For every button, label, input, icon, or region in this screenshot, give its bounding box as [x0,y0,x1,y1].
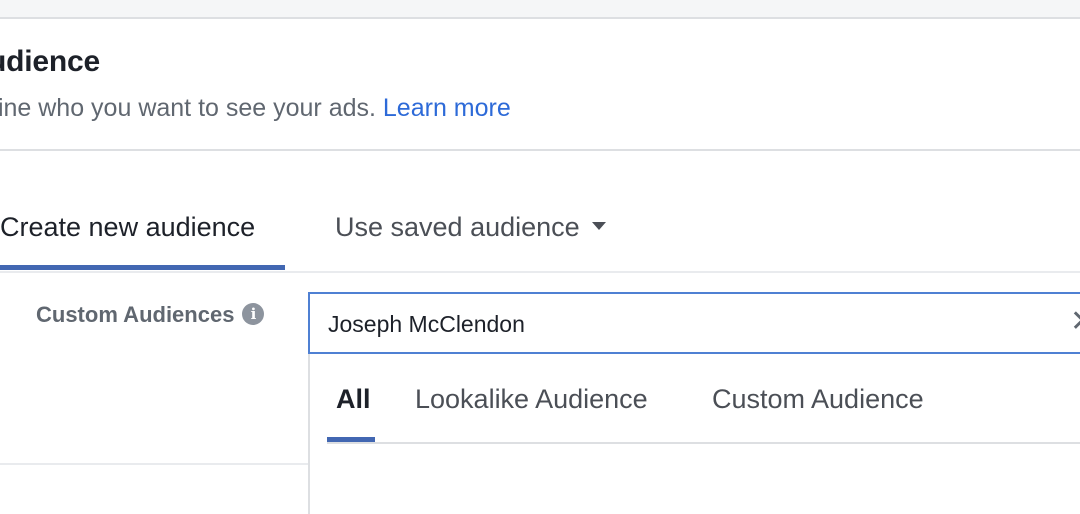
section-title: udience [0,45,100,78]
custom-audience-search-box: ✕ [308,292,1080,354]
subtitle-text: fine who you want to see your ads. [0,94,376,122]
top-strip [0,0,1080,19]
audience-dropdown: All Lookalike Audience Custom Audience [308,354,1080,514]
section-subtitle: fine who you want to see your ads. Learn… [0,94,511,123]
info-icon[interactable]: i [242,303,265,325]
learn-more-link[interactable]: Learn more [383,94,511,122]
tab-saved-label: Use saved audience [335,212,580,242]
clear-icon[interactable]: ✕ [1070,305,1080,339]
custom-audience-search-input[interactable] [328,308,1028,340]
field-divider [0,463,310,465]
caret-down-icon [591,221,606,230]
tabs-divider [0,271,1080,273]
active-tab-indicator [0,265,285,270]
tab-use-saved-audience[interactable]: Use saved audience [335,212,606,243]
custom-audiences-label: Custom Audiences i [36,302,265,328]
tab-create-label: Create new audience [0,212,256,242]
tab-create-new-audience[interactable]: Create new audience [0,212,255,243]
custom-audiences-label-text: Custom Audiences [36,302,235,327]
section-divider [0,149,1080,151]
dropdown-tab-lookalike-audience[interactable]: Lookalike Audience [415,384,648,415]
dropdown-tab-custom-audience[interactable]: Custom Audience [712,384,924,415]
dropdown-tabs-divider [327,442,1080,444]
dropdown-tab-all[interactable]: All [336,384,371,415]
